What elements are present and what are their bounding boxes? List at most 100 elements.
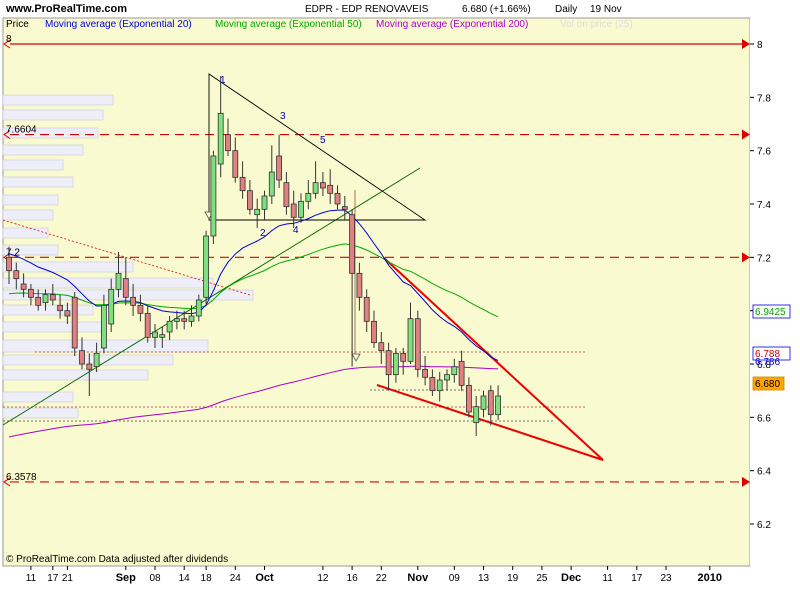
y-tick-label: 6.2 <box>757 520 771 531</box>
x-tick-label: 12 <box>317 573 329 584</box>
legend-ema200: Moving average (Exponential 200) <box>376 19 528 30</box>
candle-body <box>152 331 158 338</box>
volume-bar <box>2 407 79 419</box>
volume-bar <box>2 94 114 106</box>
volume-bar <box>2 209 54 221</box>
y-tick-label: 6.6 <box>757 413 771 424</box>
candle-body <box>13 270 20 280</box>
candle-body <box>363 296 370 322</box>
candle <box>210 150 217 244</box>
candle-body <box>385 350 392 376</box>
candle-body <box>6 256 12 272</box>
candle-body <box>181 318 188 322</box>
price-change: 6.680 (+1.66%) <box>462 4 531 15</box>
ema50-value: 6.786 <box>755 357 780 368</box>
x-tick-label: 11 <box>602 573 613 584</box>
candle-body <box>144 312 151 338</box>
candle-body <box>400 352 407 362</box>
x-tick-label: Nov <box>407 572 429 584</box>
candle-body <box>268 171 275 197</box>
candle-body <box>276 155 283 181</box>
candle-body <box>71 296 78 349</box>
x-tick-label: 18 <box>201 573 213 584</box>
candle-body <box>232 150 239 178</box>
x-tick-label: 23 <box>660 573 672 584</box>
x-tick-label: 24 <box>230 573 242 584</box>
volume-bar <box>2 391 74 403</box>
candle-body <box>254 208 261 216</box>
candle-body <box>392 352 399 376</box>
volume-bar <box>2 227 49 239</box>
candle-body <box>101 304 107 349</box>
candle-body <box>451 366 458 376</box>
x-tick-label: Dec <box>561 572 581 584</box>
instrument-title: EDPR - EDP RENOVAVEIS <box>305 4 429 15</box>
volume-bar <box>2 194 59 206</box>
volume-bar <box>2 369 149 381</box>
price-value: 6.680 <box>755 379 780 390</box>
candle-body <box>122 278 129 298</box>
candle-body <box>312 182 319 194</box>
candle-body <box>378 342 385 352</box>
legend-ema50: Moving average (Exponential 50) <box>215 19 362 30</box>
candle-body <box>480 395 487 410</box>
candle-body <box>137 304 144 314</box>
candle-body <box>305 192 312 202</box>
candle-body <box>487 390 494 416</box>
site-title[interactable]: www.ProRealTime.com <box>5 3 127 15</box>
candle-body <box>57 304 63 312</box>
volume-bar <box>2 109 104 121</box>
candle <box>71 292 78 356</box>
candle-body <box>436 379 443 392</box>
level-label: 7.6604 <box>6 125 37 136</box>
candle-body <box>195 299 202 317</box>
legend-price: Price <box>6 19 29 30</box>
footer-credit: © ProRealTime.com Data adjusted after di… <box>6 554 228 565</box>
x-tick-label: 11 <box>26 573 37 584</box>
y-tick-label: 7.2 <box>757 253 771 264</box>
x-tick-label: 21 <box>62 573 74 584</box>
candle-body <box>27 288 34 298</box>
x-tick-label: Sep <box>116 572 136 584</box>
candle-body <box>283 182 290 208</box>
volume-bar <box>2 261 134 273</box>
candle-body <box>159 334 166 338</box>
level-label: 8 <box>6 34 12 45</box>
legend-ema20: Moving average (Exponential 20) <box>45 19 192 30</box>
candle-body <box>203 235 210 298</box>
candle-body <box>93 352 100 368</box>
volume-bar <box>2 159 64 171</box>
volume-bar <box>2 321 104 333</box>
wave-label: 3 <box>280 111 286 122</box>
candle-body <box>210 155 217 237</box>
wave-label: 5 <box>320 135 326 146</box>
candle-body <box>473 406 480 424</box>
y-tick-label: 6.4 <box>757 467 771 478</box>
candle-body <box>349 214 356 274</box>
x-tick-label: 25 <box>536 573 548 584</box>
candle-body <box>246 190 253 210</box>
candle-body <box>495 395 502 416</box>
candle-body <box>261 195 268 210</box>
x-tick-label: 2010 <box>698 572 722 584</box>
candle-body <box>334 192 341 205</box>
x-tick-label: 14 <box>179 573 191 584</box>
x-tick-label: 08 <box>149 573 161 584</box>
candle-body <box>239 176 246 192</box>
volume-bar <box>2 304 94 316</box>
candle-body <box>444 374 450 381</box>
y-tick-label: 8 <box>757 40 763 51</box>
candle-body <box>130 296 137 306</box>
candle-body <box>407 318 414 362</box>
candle <box>203 230 210 306</box>
y-tick-label: 7.4 <box>757 200 771 211</box>
candle-body <box>166 320 173 333</box>
x-tick-label: 17 <box>47 573 59 584</box>
volume-bar <box>2 176 74 188</box>
ema20-value: 6.9425 <box>755 307 786 318</box>
candle-body <box>414 318 421 370</box>
candle <box>414 310 421 378</box>
x-tick-label: 22 <box>376 573 388 584</box>
x-tick-label: 17 <box>631 573 643 584</box>
candle-body <box>49 294 56 301</box>
